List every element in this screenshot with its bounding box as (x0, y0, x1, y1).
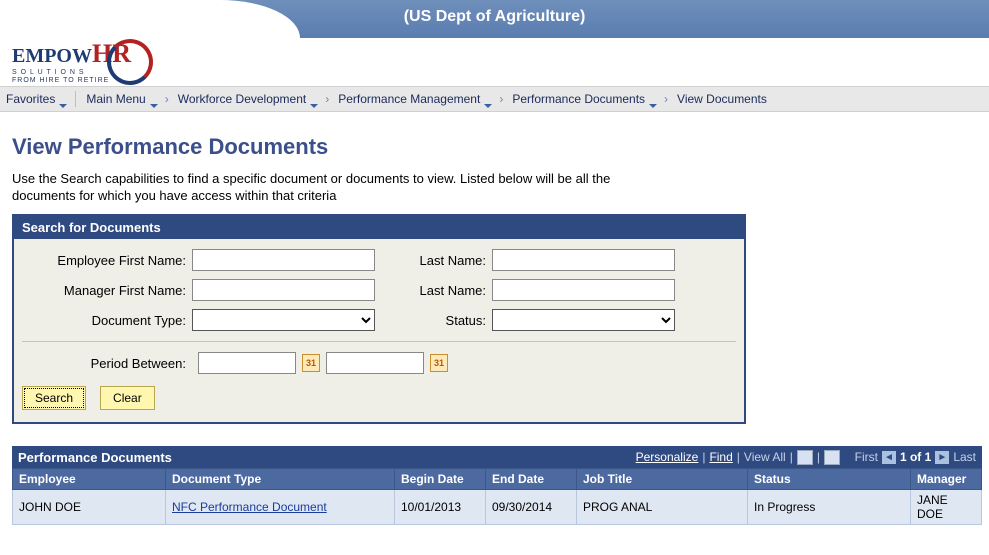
breadcrumb-item-current: View Documents (677, 92, 777, 106)
grid-prev-icon[interactable]: ◄ (882, 451, 896, 464)
document-type-select[interactable] (192, 309, 375, 331)
grid-tools: Personalize | Find | View All | | First … (636, 450, 982, 465)
cell-begin: 10/01/2013 (395, 490, 486, 525)
label-emp-first: Employee First Name: (22, 253, 192, 268)
breadcrumb-item[interactable]: Performance Management (338, 92, 490, 106)
logo-text-a: EMPOW (12, 45, 92, 67)
results-table: Employee Document Type Begin Date End Da… (12, 468, 982, 525)
breadcrumb-item[interactable]: Performance Documents (512, 92, 655, 106)
period-from-input[interactable] (198, 352, 296, 374)
col-doc-type[interactable]: Document Type (166, 469, 395, 490)
search-form-grid: Employee First Name: Last Name: Manager … (22, 249, 736, 331)
col-status[interactable]: Status (748, 469, 911, 490)
table-row: JOHN DOE NFC Performance Document 10/01/… (13, 490, 982, 525)
chevron-right-icon: › (664, 92, 668, 106)
col-end[interactable]: End Date (486, 469, 577, 490)
cell-employee: JOHN DOE (13, 490, 166, 525)
empowhr-logo: EMPOWHR S O L U T I O N S FROM HIRE TO R… (12, 39, 153, 85)
label-mgr-last: Last Name: (392, 283, 492, 298)
grid-position: 1 of 1 (900, 450, 931, 464)
cell-end: 09/30/2014 (486, 490, 577, 525)
label-doc-type: Document Type: (22, 313, 192, 328)
search-box: Search for Documents Employee First Name… (12, 214, 746, 424)
document-link[interactable]: NFC Performance Document (172, 500, 327, 514)
breadcrumb-item[interactable]: Workforce Development (178, 92, 317, 106)
col-job[interactable]: Job Title (577, 469, 748, 490)
grid-title: Performance Documents (12, 450, 172, 465)
label-status: Status: (392, 313, 492, 328)
calendar-icon[interactable]: 31 (302, 354, 320, 372)
col-employee[interactable]: Employee (13, 469, 166, 490)
breadcrumb-favorites[interactable]: Favorites (6, 92, 65, 106)
label-emp-last: Last Name: (392, 253, 492, 268)
results-grid: Performance Documents Personalize | Find… (12, 446, 982, 525)
page-content: View Performance Documents Use the Searc… (0, 112, 989, 531)
page-instructions: Use the Search capabilities to find a sp… (12, 170, 632, 204)
breadcrumb-divider (75, 91, 76, 107)
grid-view-all: View All (744, 450, 786, 464)
chevron-right-icon: › (499, 92, 503, 106)
period-to-input[interactable] (326, 352, 424, 374)
search-box-body: Employee First Name: Last Name: Manager … (14, 239, 744, 422)
banner-curve (0, 0, 300, 38)
period-row: Period Between: 31 31 (22, 341, 736, 374)
col-manager[interactable]: Manager (911, 469, 982, 490)
chevron-right-icon: › (165, 92, 169, 106)
cell-status: In Progress (748, 490, 911, 525)
grid-last-label: Last (953, 450, 976, 464)
zoom-icon[interactable] (797, 450, 813, 465)
search-button[interactable]: Search (22, 386, 86, 410)
clear-button[interactable]: Clear (100, 386, 155, 410)
logo-circle-icon (107, 39, 153, 85)
grid-first-label: First (855, 450, 878, 464)
cell-job: PROG ANAL (577, 490, 748, 525)
col-begin[interactable]: Begin Date (395, 469, 486, 490)
search-buttons: Search Clear (22, 386, 736, 410)
search-box-header: Search for Documents (14, 216, 744, 239)
manager-first-name-input[interactable] (192, 279, 375, 301)
status-select[interactable] (492, 309, 675, 331)
chevron-right-icon: › (325, 92, 329, 106)
label-period: Period Between: (22, 356, 192, 371)
page-title: View Performance Documents (12, 134, 977, 160)
cell-doc-type: NFC Performance Document (166, 490, 395, 525)
top-banner: (US Dept of Agriculture) (0, 0, 989, 38)
grid-personalize-link[interactable]: Personalize (636, 450, 699, 464)
employee-first-name-input[interactable] (192, 249, 375, 271)
grid-header-bar: Performance Documents Personalize | Find… (12, 446, 982, 468)
calendar-icon[interactable]: 31 (430, 354, 448, 372)
grid-find-link[interactable]: Find (709, 450, 732, 464)
manager-last-name-input[interactable] (492, 279, 675, 301)
table-header-row: Employee Document Type Begin Date End Da… (13, 469, 982, 490)
breadcrumb-bar: Favorites Main Menu › Workforce Developm… (0, 86, 989, 112)
grid-next-icon[interactable]: ► (935, 451, 949, 464)
download-icon[interactable] (824, 450, 840, 465)
employee-last-name-input[interactable] (492, 249, 675, 271)
breadcrumb-main-menu[interactable]: Main Menu (86, 92, 155, 106)
cell-manager: JANE DOE (911, 490, 982, 525)
label-mgr-first: Manager First Name: (22, 283, 192, 298)
logo-row: EMPOWHR S O L U T I O N S FROM HIRE TO R… (0, 38, 989, 86)
